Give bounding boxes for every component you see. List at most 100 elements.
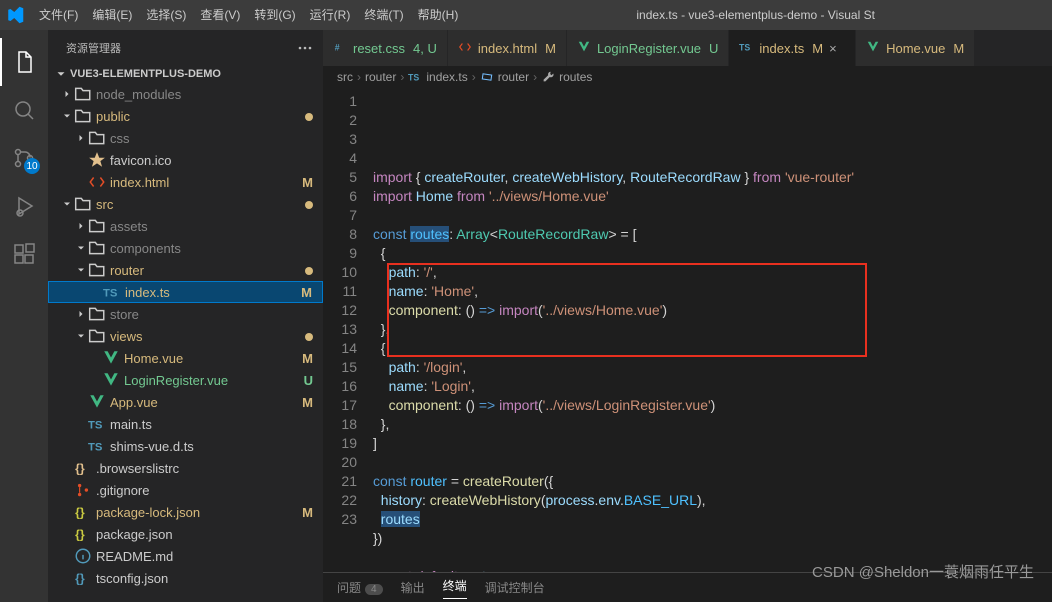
tree-item-label: router: [110, 263, 297, 278]
menu-item[interactable]: 终端(T): [357, 0, 410, 30]
line-number: 13: [323, 320, 357, 339]
menu-item[interactable]: 运行(R): [303, 0, 358, 30]
tree-item-label: favicon.ico: [110, 153, 297, 168]
breadcrumb-item[interactable]: router: [365, 70, 396, 84]
menu-item[interactable]: 选择(S): [139, 0, 193, 30]
tree-item[interactable]: node_modules: [48, 83, 323, 105]
code-line: path: '/login',: [373, 358, 1052, 377]
search-icon[interactable]: [0, 86, 48, 134]
chevron-icon: [74, 132, 88, 144]
tree-item[interactable]: TSmain.ts: [48, 413, 323, 435]
code-line: },: [373, 415, 1052, 434]
source-control-icon[interactable]: 10: [0, 134, 48, 182]
tree-item[interactable]: src: [48, 193, 323, 215]
tree-item-status: M: [297, 505, 313, 520]
vue-icon: [88, 393, 106, 411]
breadcrumb-item[interactable]: routes: [559, 70, 592, 84]
panel-tab[interactable]: 输出: [401, 579, 425, 596]
tree-item[interactable]: TSshims-vue.d.ts: [48, 435, 323, 457]
line-number: 3: [323, 130, 357, 149]
menu-item[interactable]: 转到(G): [247, 0, 302, 30]
breadcrumb-item[interactable]: router: [498, 70, 529, 84]
svg-text:TS: TS: [739, 42, 750, 52]
tree-item-label: index.html: [110, 175, 297, 190]
breadcrumb[interactable]: src›router›TSindex.ts›router›routes: [323, 66, 1052, 88]
editor-tab[interactable]: #reset.css4, U: [323, 30, 448, 66]
vue-icon: [866, 40, 880, 57]
project-name: VUE3-ELEMENTPLUS-DEMO: [70, 68, 221, 80]
html-icon: [458, 40, 472, 57]
chevron-icon: [74, 330, 88, 342]
tree-item[interactable]: assets: [48, 215, 323, 237]
breadcrumb-separator: ›: [533, 70, 537, 84]
tree-item[interactable]: Home.vueM: [48, 347, 323, 369]
ts-icon: TS: [103, 283, 121, 301]
tree-item-status: M: [297, 175, 313, 190]
tree-item[interactable]: .gitignore: [48, 479, 323, 501]
tree-item-status: U: [297, 373, 313, 388]
tree-item-status: M: [297, 395, 313, 410]
vue-icon: [102, 371, 120, 389]
more-icon[interactable]: [297, 40, 313, 56]
ts-icon: TS: [88, 415, 106, 433]
tree-item[interactable]: public: [48, 105, 323, 127]
run-debug-icon[interactable]: [0, 182, 48, 230]
code-line: [373, 548, 1052, 567]
line-number: 6: [323, 187, 357, 206]
extensions-icon[interactable]: [0, 230, 48, 278]
menu-item[interactable]: 文件(F): [32, 0, 85, 30]
panel-tab[interactable]: 终端: [443, 577, 467, 599]
breadcrumb-item[interactable]: src: [337, 70, 353, 84]
tree-item[interactable]: favicon.ico: [48, 149, 323, 171]
close-icon[interactable]: ×: [829, 41, 845, 56]
panel-tab[interactable]: 调试控制台: [485, 579, 545, 596]
tree-item-label: store: [110, 307, 297, 322]
tree-item-label: assets: [110, 219, 297, 234]
folder-icon: [88, 261, 106, 279]
tree-item[interactable]: views: [48, 325, 323, 347]
editor-tab[interactable]: index.htmlM: [448, 30, 567, 66]
tab-status: M: [953, 41, 964, 56]
tree-item[interactable]: LoginRegister.vueU: [48, 369, 323, 391]
line-number: 7: [323, 206, 357, 225]
code-line: component: () => import('../views/LoginR…: [373, 396, 1052, 415]
editor-tab[interactable]: Home.vue M: [856, 30, 975, 66]
panel-tab[interactable]: 问题4: [337, 579, 383, 596]
explorer-icon[interactable]: [0, 38, 48, 86]
line-number: 11: [323, 282, 357, 301]
code-line: {: [373, 244, 1052, 263]
menu-item[interactable]: 编辑(E): [85, 0, 139, 30]
tree-item[interactable]: css: [48, 127, 323, 149]
code-line: import { createRouter, createWebHistory,…: [373, 168, 1052, 187]
editor-tab[interactable]: LoginRegister.vueU: [567, 30, 729, 66]
code-line: }): [373, 529, 1052, 548]
tree-item[interactable]: {}package-lock.jsonM: [48, 501, 323, 523]
chevron-icon: [74, 220, 88, 232]
code-line: import Home from '../views/Home.vue': [373, 187, 1052, 206]
breadcrumb-item[interactable]: index.ts: [426, 70, 467, 84]
tree-item[interactable]: TSindex.tsM: [48, 281, 323, 303]
sidebar: 资源管理器 VUE3-ELEMENTPLUS-DEMO node_modules…: [48, 30, 323, 602]
tab-label: Home.vue: [886, 41, 945, 56]
tree-item[interactable]: index.htmlM: [48, 171, 323, 193]
folder-icon: [88, 327, 106, 345]
tree-item[interactable]: README.md: [48, 545, 323, 567]
tree-item[interactable]: App.vueM: [48, 391, 323, 413]
project-header[interactable]: VUE3-ELEMENTPLUS-DEMO: [48, 65, 323, 83]
tab-label: LoginRegister.vue: [597, 41, 701, 56]
line-number: 18: [323, 415, 357, 434]
code-editor[interactable]: 1234567891011121314151617181920212223 im…: [323, 88, 1052, 572]
editor-tab[interactable]: TSindex.tsM×: [729, 30, 856, 66]
svg-text:TS: TS: [103, 288, 118, 300]
tree-item[interactable]: {}.browserslistrc: [48, 457, 323, 479]
tree-item[interactable]: {}package.json: [48, 523, 323, 545]
code-content[interactable]: import { createRouter, createWebHistory,…: [373, 88, 1052, 572]
tree-item[interactable]: router: [48, 259, 323, 281]
tree-item[interactable]: components: [48, 237, 323, 259]
svg-text:{}: {}: [75, 572, 85, 586]
tree-item[interactable]: {}tsconfig.json: [48, 567, 323, 589]
tree-item-label: App.vue: [110, 395, 297, 410]
menu-item[interactable]: 帮助(H): [411, 0, 466, 30]
menu-item[interactable]: 查看(V): [193, 0, 247, 30]
tree-item[interactable]: store: [48, 303, 323, 325]
